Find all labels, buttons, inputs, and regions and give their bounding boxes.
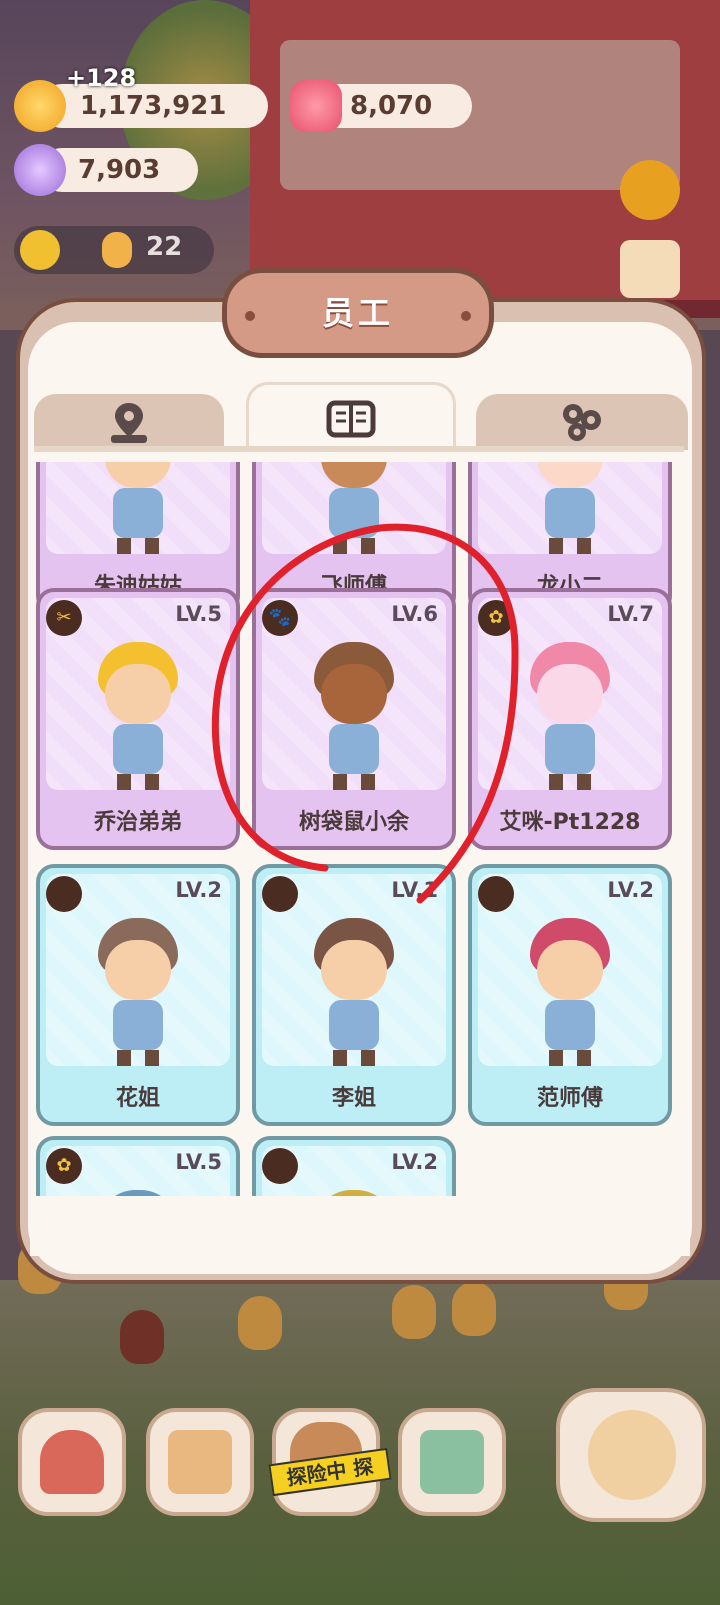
staff-level: LV.1 xyxy=(391,878,438,902)
shop-icon xyxy=(420,1430,484,1494)
staff-card[interactable]: LV.7 ✿ 艾咪-Pt1228 xyxy=(468,588,672,850)
staff-name: 李姐 xyxy=(331,1086,376,1111)
staff-name: 乔治弟弟 xyxy=(93,810,182,835)
staff-name: 艾咪-Pt1228 xyxy=(499,810,641,835)
stamp-card-icon[interactable] xyxy=(620,240,680,298)
worker-counter[interactable]: 22 xyxy=(14,226,214,274)
staff-card[interactable]: LV.2 xyxy=(252,1136,456,1200)
explore-button[interactable]: 探险中 探 xyxy=(268,1408,392,1516)
staff-character-portrait xyxy=(83,642,193,792)
candy-icon xyxy=(290,80,342,132)
staff-name: 范师傅 xyxy=(536,1086,603,1111)
tab-other[interactable] xyxy=(476,394,688,450)
scissors-icon: ✂ xyxy=(46,600,82,636)
staff-level: LV.2 xyxy=(607,878,654,902)
staff-card[interactable]: LV.6 🐾 树袋鼠小余 xyxy=(252,588,456,850)
title-rivet xyxy=(245,311,255,321)
staff-level: LV.2 xyxy=(175,878,222,902)
staff-character-portrait xyxy=(299,918,409,1068)
tab-divider xyxy=(34,446,684,452)
staff-card[interactable]: LV.2 范师傅 xyxy=(468,864,672,1126)
flower-icon: ✿ xyxy=(46,1148,82,1184)
staff-name: 树袋鼠小余 xyxy=(298,810,409,835)
worker-count: 22 xyxy=(146,232,183,262)
book-icon xyxy=(326,400,376,437)
sun-icon xyxy=(20,230,60,270)
title-rivet xyxy=(461,311,471,321)
character-button[interactable] xyxy=(556,1388,706,1522)
exploring-banner: 探险中 探 xyxy=(268,1447,392,1497)
staff-grid[interactable]: 朱迪姑姑 飞师傅 龙小二 LV.5 ✂ 乔治弟弟 LV.6 🐾 树袋鼠小余 LV.7 ✿ 艾咪-Pt1… xyxy=(30,462,690,1200)
staff-name: 花姐 xyxy=(115,1086,160,1111)
staff-level: LV.6 xyxy=(391,602,438,626)
staff-character-portrait xyxy=(515,462,625,556)
skill-slot-empty-icon xyxy=(262,876,298,912)
calendar-button[interactable] xyxy=(146,1408,254,1516)
shop-button[interactable] xyxy=(398,1408,506,1516)
popup-title: 员工 xyxy=(321,294,394,332)
settings-gear-icon[interactable] xyxy=(620,160,680,220)
gear-cluster-icon xyxy=(563,404,601,441)
staff-character-portrait xyxy=(515,642,625,792)
staff-card[interactable]: LV.1 李姐 xyxy=(252,864,456,1126)
staff-character-portrait xyxy=(299,462,409,556)
gold-gain-label: +128 xyxy=(66,64,137,92)
staff-character-portrait xyxy=(515,918,625,1068)
tab-location[interactable] xyxy=(34,394,224,450)
home-button[interactable] xyxy=(18,1408,126,1516)
skill-slot-empty-icon xyxy=(262,1148,298,1184)
staff-character-portrait xyxy=(299,642,409,792)
staff-level: LV.5 xyxy=(175,1150,222,1174)
staff-card[interactable]: LV.2 花姐 xyxy=(36,864,240,1126)
grid-bottom-edge xyxy=(30,1196,690,1256)
flower-icon: ✿ xyxy=(478,600,514,636)
gem-value: 7,903 xyxy=(78,155,161,185)
staff-level: LV.2 xyxy=(391,1150,438,1174)
gingerbread-icon xyxy=(102,232,132,268)
tab-staff[interactable] xyxy=(246,382,456,452)
staff-character-portrait xyxy=(83,462,193,556)
skill-slot-empty-icon xyxy=(478,876,514,912)
map-pin-icon xyxy=(111,403,147,443)
popup-title-plate: 员工 xyxy=(222,268,494,358)
calendar-icon xyxy=(168,1430,232,1494)
skill-slot-empty-icon xyxy=(46,876,82,912)
staff-level: LV.5 xyxy=(175,602,222,626)
gold-coin-icon xyxy=(14,80,66,132)
staff-card[interactable]: LV.5 ✿ xyxy=(36,1136,240,1200)
staff-character-portrait xyxy=(83,918,193,1068)
staff-card[interactable]: LV.5 ✂ 乔治弟弟 xyxy=(36,588,240,850)
fish-character-icon xyxy=(588,1410,676,1500)
staff-level: LV.7 xyxy=(607,602,654,626)
paw-icon: 🐾 xyxy=(262,600,298,636)
mushroom-house-icon xyxy=(40,1430,104,1494)
gem-icon xyxy=(14,144,66,196)
candy-value: 8,070 xyxy=(350,91,433,121)
